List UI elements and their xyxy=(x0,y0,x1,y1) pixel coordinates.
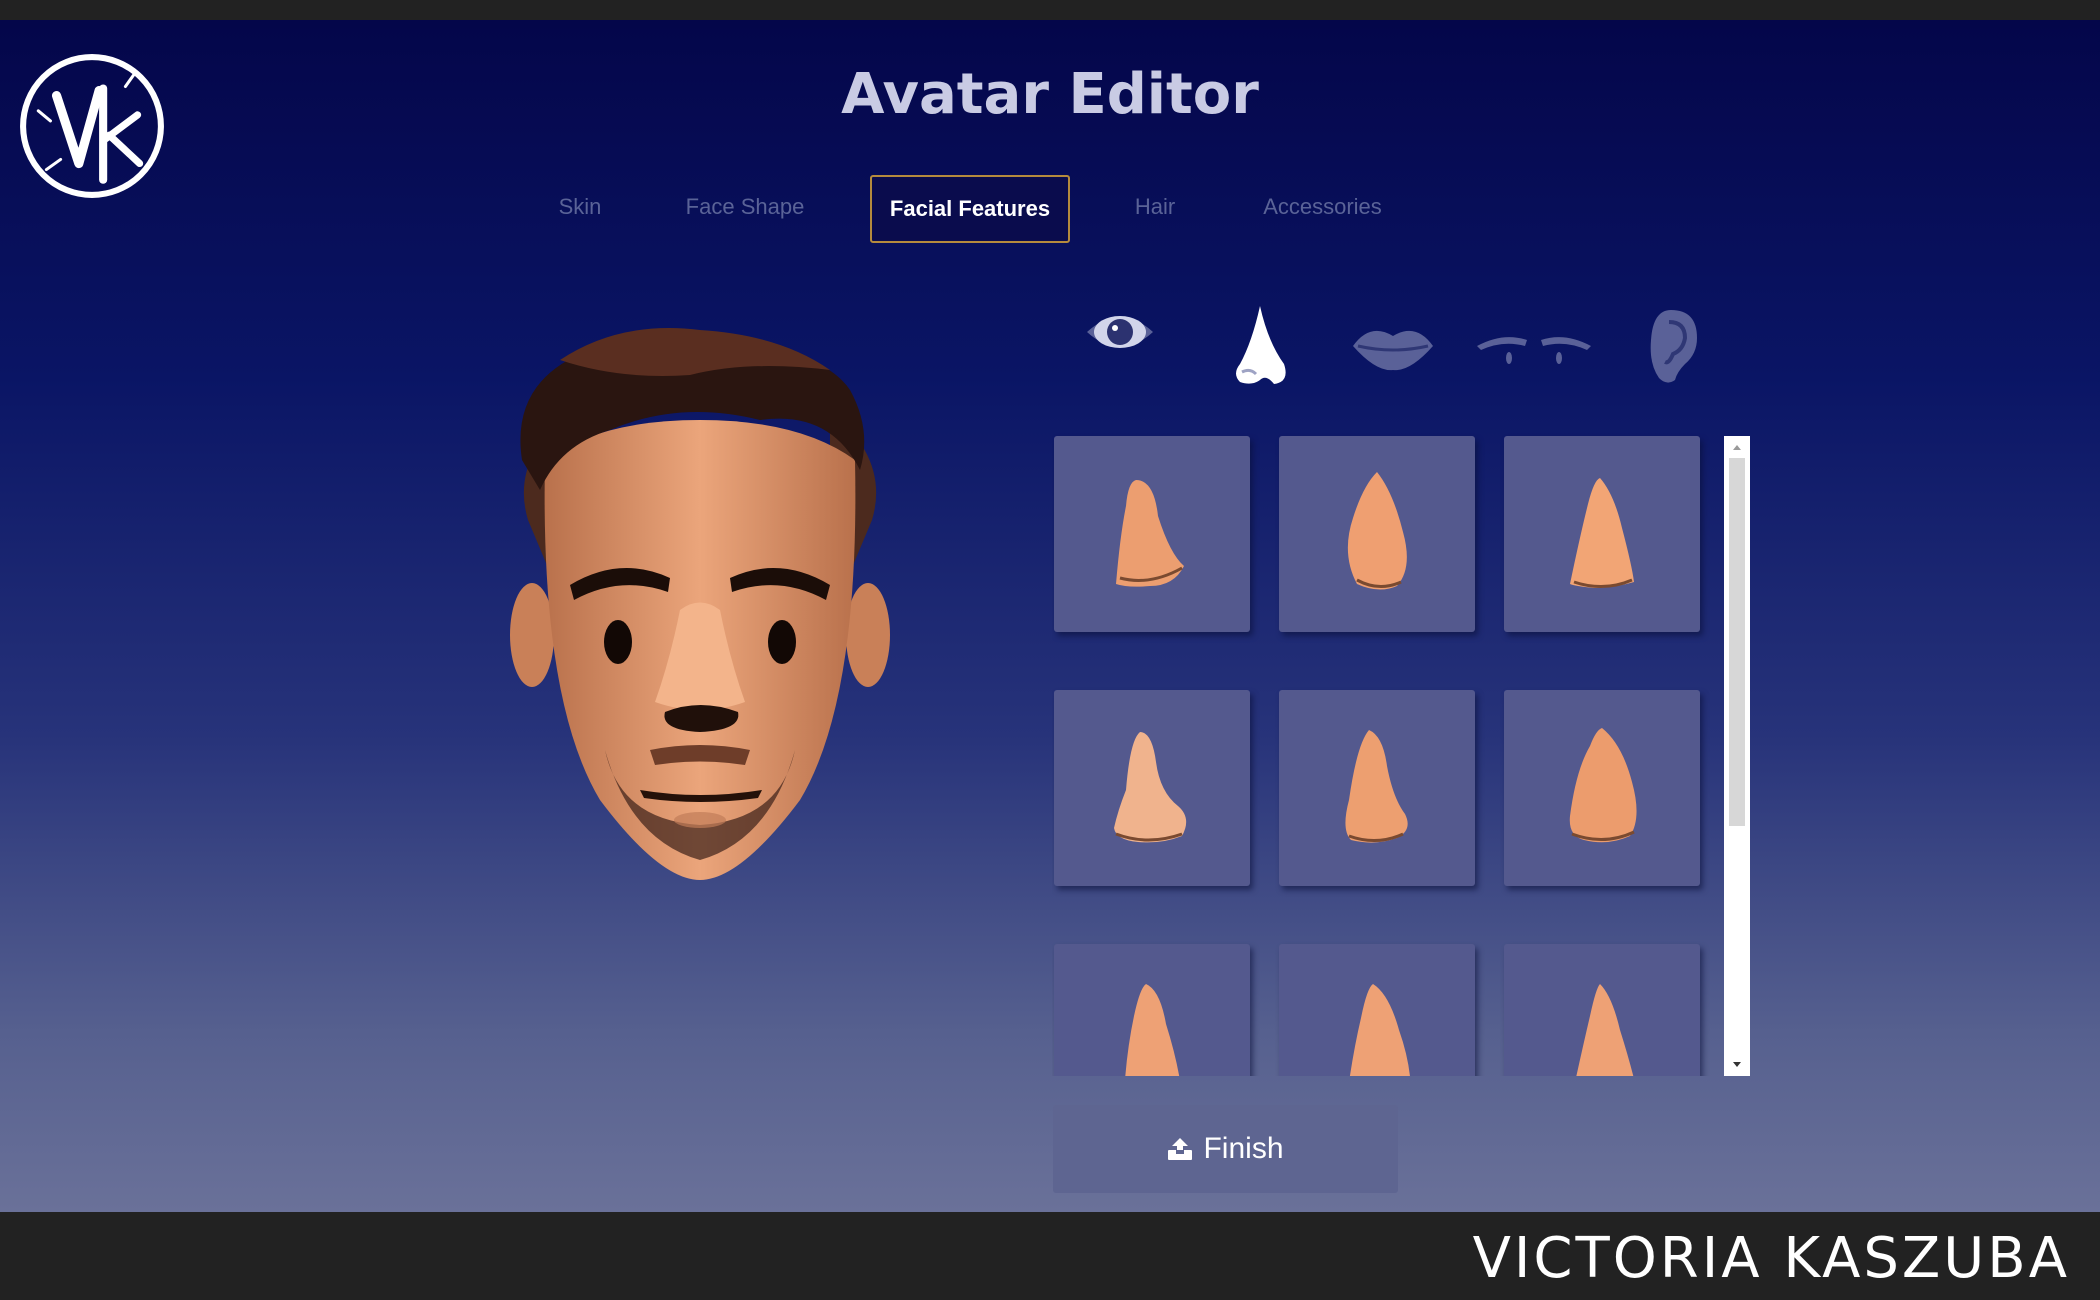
nose-shape-icon xyxy=(1569,728,1637,843)
nose-option[interactable] xyxy=(1279,944,1475,1076)
top-bar xyxy=(0,0,2100,20)
nose-shape-icon xyxy=(1347,472,1407,590)
scroll-down-arrow[interactable] xyxy=(1733,1062,1741,1067)
nose-option[interactable] xyxy=(1279,690,1475,886)
nose-option[interactable] xyxy=(1054,690,1250,886)
nose-shape-icon xyxy=(1570,478,1634,588)
avatar-preview[interactable] xyxy=(500,320,900,900)
nose-option[interactable] xyxy=(1504,690,1700,886)
nose-shape-icon xyxy=(1125,984,1180,1076)
avatar-right-ear xyxy=(846,583,890,687)
footer-bar: VICTORIA KASZUBA xyxy=(0,1212,2100,1300)
scroll-thumb[interactable] xyxy=(1729,458,1745,826)
nose-option[interactable] xyxy=(1054,944,1250,1076)
tab-hair[interactable]: Hair xyxy=(1115,175,1195,239)
nose-shape-icon xyxy=(1349,984,1410,1076)
nose-options-grid xyxy=(1052,432,1712,1076)
editor-stage: Avatar Editor Skin Face Shape Facial Fea… xyxy=(0,20,2100,1212)
finish-button[interactable]: Finish xyxy=(1053,1105,1398,1193)
nose-shape-icon xyxy=(1576,984,1634,1076)
avatar-left-eye xyxy=(604,620,632,664)
tab-accessories[interactable]: Accessories xyxy=(1245,175,1400,239)
tab-facial-features[interactable]: Facial Features xyxy=(870,175,1070,243)
nose-shape-icon xyxy=(1114,732,1187,843)
scroll-up-arrow[interactable] xyxy=(1733,445,1741,450)
finish-label: Finish xyxy=(1203,1132,1284,1165)
eyebrows-icon[interactable] xyxy=(1475,328,1593,368)
nose-option[interactable] xyxy=(1279,436,1475,632)
ear-icon[interactable] xyxy=(1645,306,1699,386)
tab-skin[interactable]: Skin xyxy=(540,175,620,239)
page-title: Avatar Editor xyxy=(841,62,1259,127)
lips-icon[interactable] xyxy=(1350,320,1436,374)
avatar-left-ear xyxy=(510,583,554,687)
options-scrollbar[interactable] xyxy=(1724,436,1750,1076)
nose-icon[interactable] xyxy=(1230,302,1290,388)
eye-icon[interactable] xyxy=(1083,300,1157,364)
nose-option[interactable] xyxy=(1054,436,1250,632)
nose-option[interactable] xyxy=(1504,944,1700,1076)
author-credit: VICTORIA KASZUBA xyxy=(1472,1226,2070,1291)
avatar-right-eye xyxy=(768,620,796,664)
nose-shape-icon xyxy=(1345,730,1408,843)
upload-icon xyxy=(1168,1138,1193,1160)
tab-face-shape[interactable]: Face Shape xyxy=(670,175,820,239)
nose-option[interactable] xyxy=(1504,436,1700,632)
nose-shape-icon xyxy=(1116,480,1184,587)
